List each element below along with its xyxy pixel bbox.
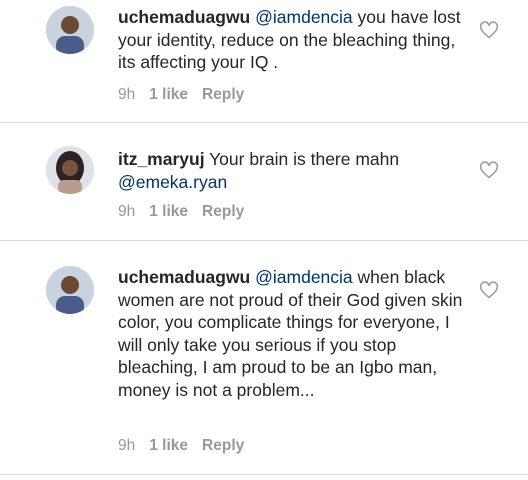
reply-button[interactable]: Reply xyxy=(202,203,244,220)
comment-meta: 9h 1 like Reply xyxy=(118,86,258,104)
divider xyxy=(0,122,528,123)
timestamp: 9h xyxy=(118,86,136,103)
comment-text: uchemaduagwu @iamdencia when black women… xyxy=(118,266,463,401)
comment-body: Your brain is there mahn xyxy=(204,149,400,169)
username-link[interactable]: itz_maryuj xyxy=(118,149,205,169)
likes-count[interactable]: 1 like xyxy=(149,437,188,454)
likes-count[interactable]: 1 like xyxy=(149,86,188,103)
heart-outline-icon[interactable] xyxy=(479,160,499,180)
comment-meta: 9h 1 like Reply xyxy=(118,437,258,455)
heart-outline-icon[interactable] xyxy=(479,20,499,40)
likes-count[interactable]: 1 like xyxy=(149,203,188,220)
username-link[interactable]: uchemaduagwu xyxy=(118,267,250,287)
avatar[interactable] xyxy=(46,6,94,54)
reply-button[interactable]: Reply xyxy=(202,437,244,454)
timestamp: 9h xyxy=(118,203,136,220)
comment-text: uchemaduagwu @iamdencia you have lost yo… xyxy=(118,6,463,74)
mention-link[interactable]: @iamdencia xyxy=(255,267,353,287)
reply-button[interactable]: Reply xyxy=(202,86,244,103)
avatar[interactable] xyxy=(46,146,94,194)
mention-link[interactable]: @iamdencia xyxy=(255,7,353,27)
timestamp: 9h xyxy=(118,437,136,454)
mention-link[interactable]: @emeka.ryan xyxy=(118,172,227,192)
comment-text: itz_maryuj Your brain is there mahn @eme… xyxy=(118,148,463,193)
comment-meta: 9h 1 like Reply xyxy=(118,203,258,221)
avatar[interactable] xyxy=(46,266,94,314)
username-link[interactable]: uchemaduagwu xyxy=(118,7,250,27)
divider xyxy=(0,240,528,241)
divider xyxy=(0,474,528,475)
heart-outline-icon[interactable] xyxy=(479,280,499,300)
